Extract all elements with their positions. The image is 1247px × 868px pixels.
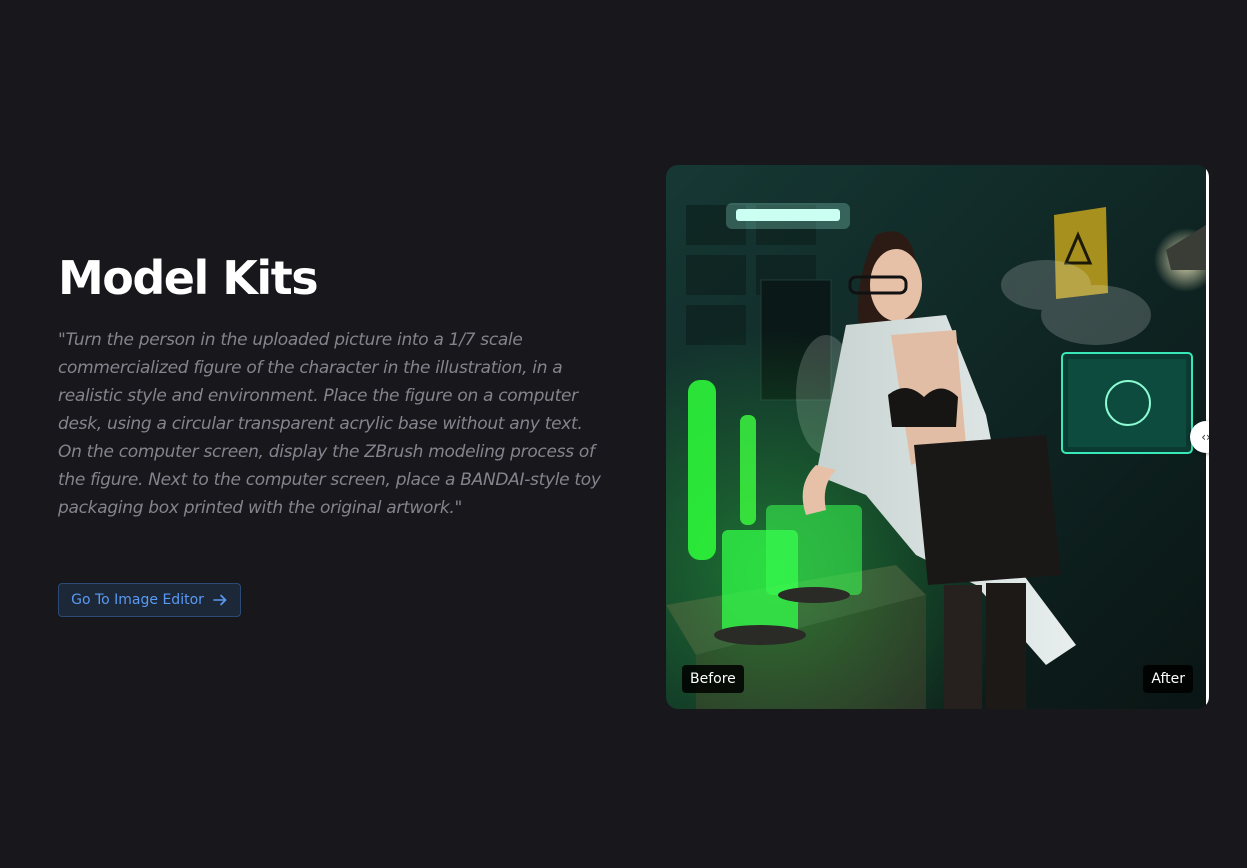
feature-text-block: Model Kits "Turn the person in the uploa… — [58, 250, 608, 617]
lab-scene-image — [666, 165, 1209, 709]
arrow-right-icon — [213, 594, 227, 606]
before-after-comparison[interactable]: ‹› Before After — [666, 165, 1209, 709]
chevrons-left-right-icon: ‹› — [1201, 430, 1209, 444]
go-to-image-editor-button[interactable]: Go To Image Editor — [58, 583, 241, 617]
go-to-image-editor-label: Go To Image Editor — [71, 592, 204, 608]
before-label: Before — [682, 665, 744, 693]
section-title: Model Kits — [58, 251, 319, 305]
prompt-description: "Turn the person in the uploaded picture… — [58, 330, 601, 518]
page: Model Kits "Turn the person in the uploa… — [0, 0, 1247, 868]
after-label: After — [1143, 665, 1193, 693]
